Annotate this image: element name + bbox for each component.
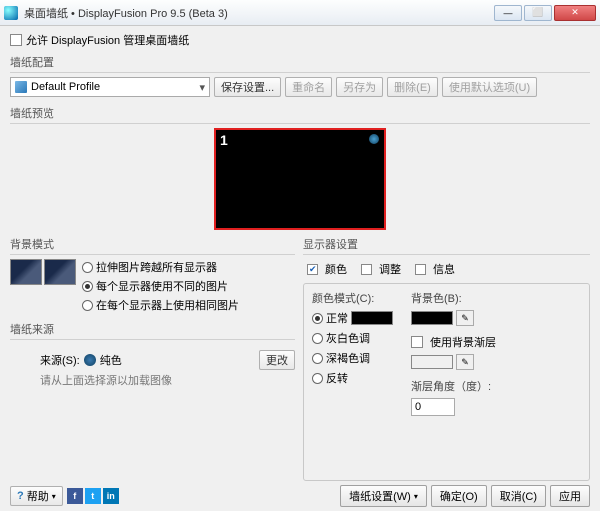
bgmode-same-label: 在每个显示器上使用相同图片	[96, 297, 239, 313]
bgcolor-label: 背景色(B):	[411, 290, 496, 306]
bgmode-same-radio[interactable]	[82, 300, 93, 311]
help-icon: ?	[17, 490, 24, 502]
bgmode-span-radio[interactable]	[82, 262, 93, 273]
mode-sepia-radio[interactable]	[312, 353, 323, 364]
bgmode-thumb-2[interactable]	[44, 259, 76, 285]
gradient-swatch[interactable]	[411, 355, 453, 369]
section-monitor-label: 显示器设置	[303, 236, 590, 252]
tab-info[interactable]: 信息	[411, 259, 459, 279]
source-hint: 请从上面选择源以加载图像	[10, 372, 295, 388]
rename-button[interactable]: 重命名	[285, 77, 332, 97]
mode-gray-radio[interactable]	[312, 333, 323, 344]
bgmode-span-label: 拉伸图片跨越所有显示器	[96, 259, 217, 275]
profile-select[interactable]: Default Profile	[10, 77, 210, 97]
save-settings-button[interactable]: 保存设置...	[214, 77, 281, 97]
twitter-icon[interactable]: t	[85, 488, 101, 504]
color-panel: 颜色模式(C): 正常 灰白色调 深褐色调 反转 背景色(B): ✎ 使用背景渐…	[303, 283, 590, 481]
tab-color[interactable]: 颜色	[303, 259, 351, 279]
profile-selected: Default Profile	[31, 81, 100, 93]
allow-manage-checkbox[interactable]	[10, 34, 22, 46]
wallpaper-settings-button[interactable]: 墙纸设置(W)▾	[340, 485, 427, 507]
cancel-button[interactable]: 取消(C)	[491, 485, 546, 507]
bgmode-thumb-1[interactable]	[10, 259, 42, 285]
tab-adjust[interactable]: 调整	[357, 259, 405, 279]
minimize-button[interactable]: —	[494, 5, 522, 21]
change-source-button[interactable]: 更改	[259, 350, 295, 370]
mode-normal-swatch	[351, 311, 393, 325]
maximize-button[interactable]: ⬜	[524, 5, 552, 21]
monitor-number: 1	[220, 132, 228, 148]
use-default-button[interactable]: 使用默认选项(U)	[442, 77, 537, 97]
ok-button[interactable]: 确定(O)	[431, 485, 487, 507]
linkedin-icon[interactable]: in	[103, 488, 119, 504]
window-title: 桌面墙纸 • DisplayFusion Pro 9.5 (Beta 3)	[24, 5, 494, 21]
delete-button[interactable]: 删除(E)	[387, 77, 438, 97]
angle-label: 渐层角度（度）:	[411, 378, 496, 394]
saveas-button[interactable]: 另存为	[336, 77, 383, 97]
bgcolor-picker-button[interactable]: ✎	[456, 310, 474, 326]
source-value: 纯色	[100, 352, 122, 368]
help-button[interactable]: ?帮助▾	[10, 486, 63, 506]
close-button[interactable]: ✕	[554, 5, 596, 21]
section-preview-label: 墙纸预览	[10, 105, 590, 121]
profile-icon	[15, 81, 27, 93]
color-mode-label: 颜色模式(C):	[312, 290, 393, 306]
allow-manage-label: 允许 DisplayFusion 管理桌面墙纸	[26, 32, 189, 48]
source-label: 来源(S):	[40, 352, 80, 368]
section-profile-label: 墙纸配置	[10, 54, 590, 70]
solid-color-icon	[84, 354, 96, 366]
section-bgmode-label: 背景模式	[10, 236, 295, 252]
gradient-picker-button[interactable]: ✎	[456, 354, 474, 370]
use-gradient-checkbox[interactable]	[411, 336, 423, 348]
preview-logo-icon	[369, 134, 379, 144]
facebook-icon[interactable]: f	[67, 488, 83, 504]
mode-invert-radio[interactable]	[312, 373, 323, 384]
mode-normal-radio[interactable]	[312, 313, 323, 324]
monitor-preview[interactable]: 1	[214, 128, 386, 230]
angle-input[interactable]: 0	[411, 398, 455, 416]
section-source-label: 墙纸来源	[10, 321, 295, 337]
bgcolor-swatch[interactable]	[411, 311, 453, 325]
bgmode-different-radio[interactable]	[82, 281, 93, 292]
apply-button[interactable]: 应用	[550, 485, 590, 507]
bgmode-different-label: 每个显示器使用不同的图片	[96, 278, 228, 294]
app-icon	[4, 6, 18, 20]
